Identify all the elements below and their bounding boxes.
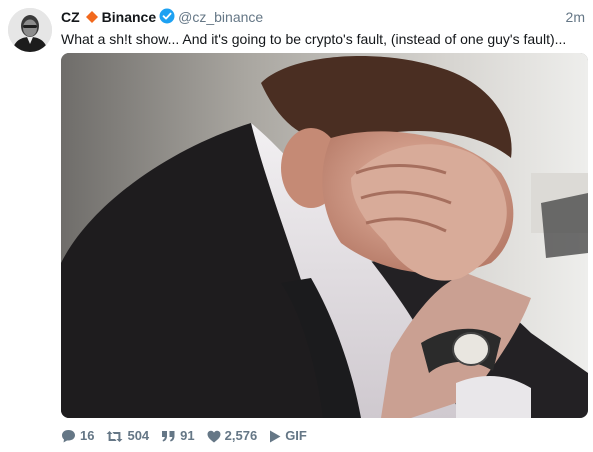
timestamp[interactable]: 2m: [566, 7, 585, 27]
retweet-count: 504: [127, 428, 150, 443]
like-icon: [207, 430, 221, 442]
company-name[interactable]: Binance: [102, 9, 156, 25]
tweet-text: What a sh!t show... And it's going to be…: [61, 31, 567, 47]
reply-button[interactable]: 16: [61, 427, 94, 445]
gif-label: GIF: [285, 428, 307, 443]
gif-frame-image: [61, 53, 588, 418]
quote-button[interactable]: 91: [161, 427, 195, 445]
play-icon: [270, 430, 281, 442]
tweet-media-gif[interactable]: [61, 53, 588, 418]
like-button[interactable]: 2,576: [207, 427, 258, 445]
tweet-card[interactable]: CZ Binance @cz_binance 2m What a sh!t show…: [0, 0, 593, 452]
verified-badge-icon: [159, 8, 175, 29]
author-handle[interactable]: @cz_binance: [178, 9, 263, 25]
diamond-icon: [85, 8, 98, 28]
gif-play-button[interactable]: GIF: [269, 427, 307, 445]
like-count: 2,576: [224, 428, 258, 443]
quote-count: 91: [180, 428, 195, 443]
tweet-actions: 16 504 91 2,576 GIF: [61, 427, 307, 445]
reply-count: 16: [80, 428, 95, 443]
tweet-header: CZ Binance @cz_binance 2m: [61, 7, 587, 27]
quote-icon: [162, 431, 175, 442]
avatar-image: [8, 8, 52, 52]
author-name[interactable]: CZ: [61, 9, 80, 25]
reply-icon: [62, 430, 75, 443]
retweet-button[interactable]: 504: [106, 427, 149, 445]
retweet-icon: [106, 430, 123, 442]
avatar[interactable]: [8, 8, 52, 52]
